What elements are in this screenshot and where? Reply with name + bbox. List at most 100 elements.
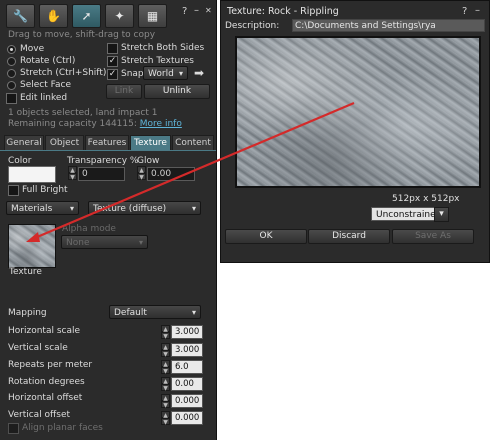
snap-dropdown[interactable]: World ▾ [143, 66, 188, 80]
materials-value: Materials [11, 204, 53, 214]
save-as-button[interactable]: Save As [392, 229, 474, 244]
discard-button[interactable]: Discard [308, 229, 390, 244]
texture-thumbnail[interactable] [8, 224, 56, 268]
land-tool-button[interactable]: ▦ [138, 4, 167, 28]
vertical-scale-label: Vertical scale [8, 343, 68, 353]
color-label: Color [8, 156, 32, 166]
snap-checkbox[interactable]: ✓ [107, 69, 118, 80]
tab-general[interactable]: General [4, 135, 44, 151]
horizontal-offset-label: Horizontal offset [8, 393, 83, 403]
unlink-button[interactable]: Unlink [144, 84, 210, 99]
alpha-mode-value: None [66, 238, 90, 248]
horizontal-scale-spinner[interactable]: ▲ ▼ [161, 325, 170, 340]
stretch-textures-label: Stretch Textures [121, 56, 194, 66]
edit-linked-label: Edit linked [20, 93, 68, 103]
description-label: Description: [225, 21, 280, 31]
select-face-radio[interactable] [7, 81, 16, 90]
edit-tool-button[interactable]: ➚ [72, 4, 101, 28]
window-title: Texture: Rock - Rippling [227, 6, 339, 17]
snap-label: Snap [121, 69, 144, 79]
more-info-link[interactable]: More info [140, 119, 182, 129]
horizontal-offset-spinner[interactable]: ▲ ▼ [161, 394, 170, 409]
rotate-radio[interactable] [7, 57, 16, 66]
alpha-mode-label: Alpha mode [62, 224, 116, 234]
tab-features[interactable]: Features [85, 135, 129, 151]
repeats-per-meter-label: Repeats per meter [8, 360, 93, 370]
chevron-down-icon[interactable]: ▾ [434, 207, 449, 222]
vertical-offset-input[interactable]: 0.000 [171, 411, 203, 425]
tab-content[interactable]: Content [172, 135, 214, 151]
stretch-radio[interactable] [7, 69, 16, 78]
transparency-spinner[interactable]: ▲ ▼ [68, 166, 77, 181]
chevron-down-icon: ▾ [191, 204, 196, 213]
mapping-value: Default [114, 308, 147, 318]
horizontal-offset-input[interactable]: 0.000 [171, 394, 203, 408]
help-icon[interactable]: ? [182, 6, 187, 17]
horizontal-scale-label: Horizontal scale [8, 326, 81, 336]
aspect-ratio-value: Unconstrained [376, 210, 442, 220]
chevron-down-icon: ▾ [138, 238, 143, 247]
glow-input[interactable]: 0.00 [147, 167, 195, 181]
glow-spinner[interactable]: ▲ ▼ [137, 166, 146, 181]
chevron-down-icon: ▾ [191, 308, 196, 317]
ok-button[interactable]: OK [225, 229, 307, 244]
drag-hint: Drag to move, shift-drag to copy [8, 30, 156, 40]
color-swatch[interactable] [8, 166, 56, 183]
transparency-input[interactable]: 0 [78, 167, 125, 181]
stretch-label: Stretch (Ctrl+Shift) [20, 68, 107, 78]
grab-tool-button[interactable]: ✋ [39, 4, 68, 28]
full-bright-checkbox[interactable] [8, 185, 19, 196]
chevron-down-icon: ▾ [69, 204, 74, 213]
tab-texture[interactable]: Texture [130, 135, 171, 151]
rotation-degrees-input[interactable]: 0.00 [171, 377, 203, 391]
alpha-mode-dropdown[interactable]: None ▾ [61, 235, 148, 249]
select-face-label: Select Face [20, 80, 71, 90]
vertical-scale-input[interactable]: 3.000 [171, 343, 203, 357]
repeats-per-meter-input[interactable]: 6.0 [171, 360, 203, 374]
close-icon[interactable]: ✕ [205, 6, 212, 15]
stretch-textures-checkbox[interactable]: ✓ [107, 56, 118, 67]
texture-type-value: Texture (diffuse) [93, 204, 167, 214]
stretch-both-sides-label: Stretch Both Sides [121, 43, 205, 53]
minimize-icon[interactable]: – [475, 5, 480, 16]
focus-tool-button[interactable]: 🔧 [6, 4, 35, 28]
mapping-label: Mapping [8, 308, 47, 318]
tab-underline [0, 150, 216, 151]
repeats-per-meter-spinner[interactable]: ▲ ▼ [161, 360, 170, 375]
tab-object[interactable]: Object [45, 135, 84, 151]
texture-dimensions: 512px x 512px [392, 194, 460, 204]
mapping-dropdown[interactable]: Default ▾ [109, 305, 201, 319]
minimize-icon[interactable]: – [194, 5, 199, 16]
vertical-offset-label: Vertical offset [8, 410, 71, 420]
rotation-degrees-spinner[interactable]: ▲ ▼ [161, 377, 170, 392]
capacity-status: Remaining capacity 144115: More info [8, 119, 182, 129]
horizontal-scale-input[interactable]: 3.000 [171, 325, 203, 339]
move-label: Move [20, 44, 45, 54]
selection-status: 1 objects selected, land impact 1 [8, 108, 158, 118]
texture-caption: Texture [9, 267, 42, 277]
capacity-text: Remaining capacity 144115: [8, 119, 137, 129]
align-planar-label: Align planar faces [22, 423, 103, 433]
create-tool-button[interactable]: ✦ [105, 4, 134, 28]
transparency-label: Transparency % [67, 156, 139, 166]
glow-label: Glow [137, 156, 160, 166]
rotate-label: Rotate (Ctrl) [20, 56, 76, 66]
build-tools-panel: 🔧 ✋ ➚ ✦ ▦ ? – ✕ Drag to move, shift-drag… [0, 0, 217, 440]
stretch-both-sides-checkbox[interactable] [107, 43, 118, 54]
description-field[interactable]: C:\Documents and Settings\rya [292, 19, 485, 32]
texture-preview-image [235, 36, 481, 188]
texture-preview-window: Texture: Rock - Rippling ? – Description… [220, 0, 490, 263]
materials-dropdown[interactable]: Materials ▾ [6, 201, 79, 215]
chevron-down-icon: ▾ [178, 69, 183, 78]
texture-type-dropdown[interactable]: Texture (diffuse) ▾ [88, 201, 201, 215]
arrow-right-icon[interactable]: ➡ [194, 66, 204, 80]
align-planar-checkbox[interactable] [8, 423, 19, 434]
rotation-degrees-label: Rotation degrees [8, 377, 85, 387]
help-icon[interactable]: ? [462, 6, 467, 17]
link-button[interactable]: Link [106, 84, 142, 99]
vertical-scale-spinner[interactable]: ▲ ▼ [161, 343, 170, 358]
edit-linked-checkbox[interactable] [6, 93, 17, 104]
full-bright-label: Full Bright [22, 185, 68, 195]
move-radio[interactable] [7, 45, 16, 54]
vertical-offset-spinner[interactable]: ▲ ▼ [161, 411, 170, 426]
